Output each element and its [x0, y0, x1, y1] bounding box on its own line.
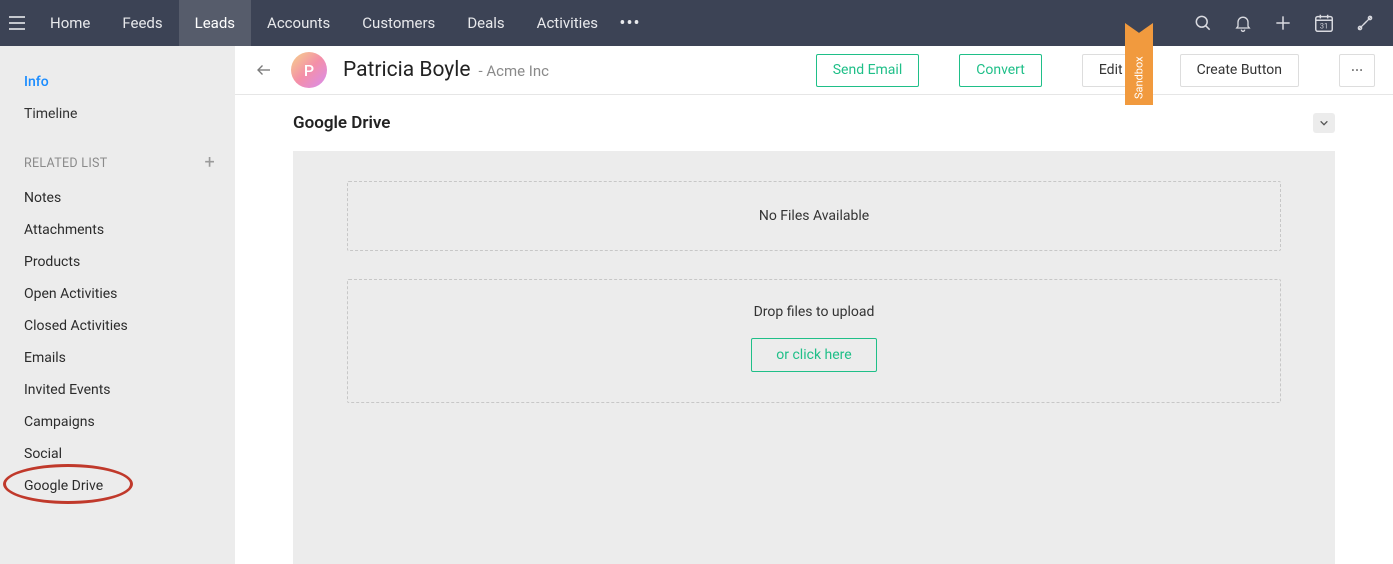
search-icon[interactable]	[1193, 13, 1213, 33]
related-item-campaigns[interactable]: Campaigns	[0, 406, 235, 438]
section-title: Google Drive	[293, 113, 390, 133]
nav-customers[interactable]: Customers	[346, 0, 451, 46]
related-item-google-drive[interactable]: Google Drive	[0, 470, 235, 502]
create-button-button[interactable]: Create Button	[1180, 54, 1299, 87]
collapse-icon[interactable]	[1313, 113, 1335, 133]
related-list-header: RELATED LIST +	[0, 132, 235, 182]
dropzone-label: Drop files to upload	[358, 304, 1270, 320]
nav-deals[interactable]: Deals	[451, 0, 520, 46]
related-item-emails[interactable]: Emails	[0, 342, 235, 374]
main-layout: Info Timeline RELATED LIST + Notes Attac…	[0, 46, 1393, 564]
related-item-invited-events[interactable]: Invited Events	[0, 374, 235, 406]
related-item-products[interactable]: Products	[0, 246, 235, 278]
no-files-box: No Files Available	[347, 181, 1281, 251]
nav-accounts[interactable]: Accounts	[251, 0, 346, 46]
send-email-button[interactable]: Send Email	[816, 54, 920, 87]
nav-home[interactable]: Home	[34, 0, 106, 46]
back-icon[interactable]	[253, 61, 275, 79]
more-actions-button[interactable]	[1339, 54, 1375, 87]
related-item-closed-activities[interactable]: Closed Activities	[0, 310, 235, 342]
nav-leads[interactable]: Leads	[179, 0, 251, 46]
related-item-notes[interactable]: Notes	[0, 182, 235, 214]
sidebar-tab-timeline[interactable]: Timeline	[0, 100, 235, 132]
sidebar-tab-info[interactable]: Info	[0, 68, 235, 100]
related-list-title: RELATED LIST	[24, 156, 108, 171]
related-item-open-activities[interactable]: Open Activities	[0, 278, 235, 310]
top-nav: Home Feeds Leads Accounts Customers Deal…	[0, 0, 1393, 46]
nav-items: Home Feeds Leads Accounts Customers Deal…	[34, 0, 614, 46]
plus-icon[interactable]	[1273, 13, 1293, 33]
nav-utility-icons: 31	[1175, 12, 1393, 34]
bell-icon[interactable]	[1233, 13, 1253, 33]
calendar-icon[interactable]: 31	[1313, 12, 1335, 34]
or-click-here-button[interactable]: or click here	[751, 338, 876, 372]
svg-text:31: 31	[1320, 22, 1328, 31]
menu-icon[interactable]	[0, 16, 34, 30]
related-item-attachments[interactable]: Attachments	[0, 214, 235, 246]
no-files-text: No Files Available	[759, 208, 869, 224]
related-item-social[interactable]: Social	[0, 438, 235, 470]
content-area: P Patricia Boyle - Acme Inc Send Email C…	[235, 46, 1393, 564]
section-title-row: Google Drive	[293, 113, 1335, 133]
dropzone[interactable]: Drop files to upload or click here	[347, 279, 1281, 403]
record-title: Patricia Boyle - Acme Inc	[343, 58, 549, 82]
nav-feeds[interactable]: Feeds	[106, 0, 178, 46]
convert-button[interactable]: Convert	[959, 54, 1042, 87]
sandbox-ribbon: Sandbox	[1125, 23, 1153, 105]
google-drive-panel: No Files Available Drop files to upload …	[293, 151, 1335, 564]
nav-activities[interactable]: Activities	[521, 0, 614, 46]
avatar: P	[291, 52, 327, 88]
sidebar: Info Timeline RELATED LIST + Notes Attac…	[0, 46, 235, 564]
related-item-label: Google Drive	[24, 478, 103, 494]
section-body: Google Drive No Files Available Drop fil…	[235, 95, 1393, 564]
record-header: P Patricia Boyle - Acme Inc Send Email C…	[235, 46, 1393, 95]
person-name: Patricia Boyle	[343, 58, 470, 82]
nav-more-icon[interactable]: •••	[614, 13, 646, 34]
add-related-icon[interactable]: +	[204, 154, 215, 172]
tools-icon[interactable]	[1355, 13, 1375, 33]
company-name: - Acme Inc	[478, 62, 549, 80]
